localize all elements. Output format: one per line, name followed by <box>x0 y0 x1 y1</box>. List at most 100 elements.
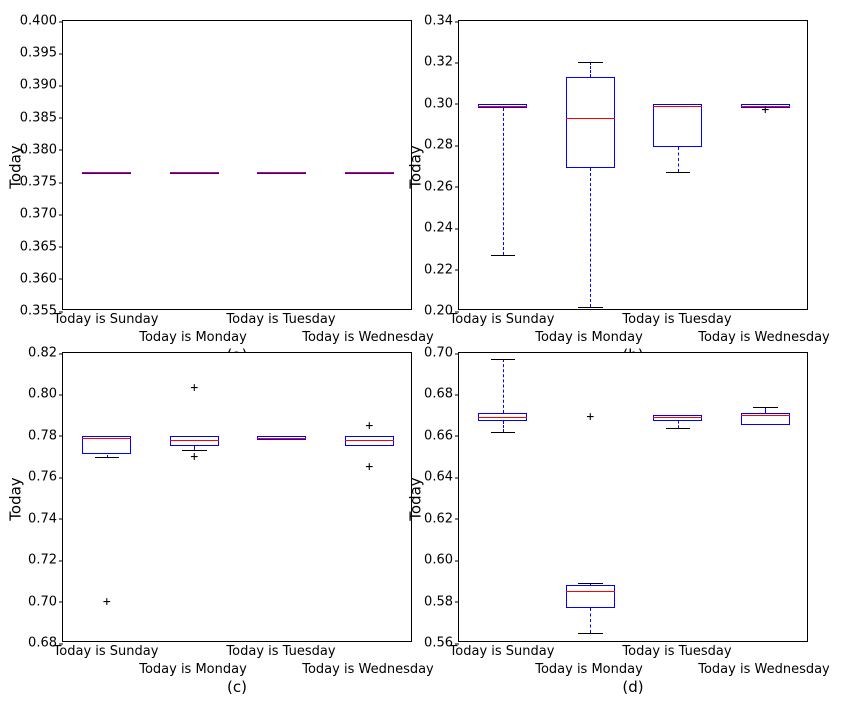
ylabel-c: Today <box>7 477 25 520</box>
ytick: 0.380 <box>20 142 57 157</box>
plot-area-b: 0.200.220.240.260.280.300.320.34+ <box>458 20 808 310</box>
cap-lower <box>491 255 516 256</box>
ytick: 0.72 <box>28 553 57 568</box>
ylabel-a: Today <box>7 145 25 188</box>
ytick: 0.32 <box>424 55 453 70</box>
ytick: 0.365 <box>20 239 57 254</box>
flier: + <box>190 382 198 395</box>
whisker-upper <box>503 359 504 413</box>
ytick: 0.66 <box>424 428 453 443</box>
whisker-lower <box>590 168 591 307</box>
panel-label-d: (d) <box>622 678 643 696</box>
ytick: 0.78 <box>28 428 57 443</box>
ytick: 0.60 <box>424 553 453 568</box>
plot-area-c: 0.680.700.720.740.760.780.800.82+++++ <box>62 352 412 642</box>
box <box>345 436 394 446</box>
xtick-d-0: Today is Sunday <box>450 644 555 659</box>
panel-c: 0.680.700.720.740.760.780.800.82+++++ To… <box>0 332 423 707</box>
cap-upper <box>578 62 603 63</box>
ytick: 0.390 <box>20 78 57 93</box>
ytick: 0.64 <box>424 470 453 485</box>
xtick-a-0: Today is Sunday <box>54 312 159 327</box>
median-line <box>653 417 702 418</box>
panel-label-c: (c) <box>227 678 247 696</box>
whisker-lower <box>503 108 504 255</box>
whisker-upper <box>590 62 591 77</box>
median-line <box>257 172 306 173</box>
xtick-b-0: Today is Sunday <box>450 312 555 327</box>
median-line <box>345 440 394 441</box>
xtick-c-1: Today is Monday <box>139 662 247 677</box>
xtick-d-2: Today is Tuesday <box>622 644 731 659</box>
ytick: 0.22 <box>424 262 453 277</box>
median-line <box>566 591 615 592</box>
ytick: 0.82 <box>28 346 57 361</box>
ytick: 0.70 <box>424 346 453 361</box>
xtick-d-3: Today is Wednesday <box>698 662 830 677</box>
ytick: 0.76 <box>28 470 57 485</box>
cap-lower <box>95 457 120 458</box>
cap-upper <box>578 583 603 584</box>
box <box>653 104 702 148</box>
median-line <box>478 417 527 418</box>
ytick: 0.355 <box>20 304 57 319</box>
cap-lower <box>578 307 603 308</box>
xtick-b-2: Today is Tuesday <box>622 312 731 327</box>
ytick: 0.360 <box>20 271 57 286</box>
ytick: 0.385 <box>20 110 57 125</box>
ytick: 0.370 <box>20 207 57 222</box>
panel-d: 0.560.580.600.620.640.660.680.70+ Today … <box>396 332 846 707</box>
box <box>170 436 219 446</box>
cap-lower <box>491 432 516 433</box>
xtick-c-2: Today is Tuesday <box>226 644 335 659</box>
xtick-a-2: Today is Tuesday <box>226 312 335 327</box>
plot-area-a: 0.3550.3600.3650.3700.3750.3800.3850.390… <box>62 20 412 310</box>
xtick-c-0: Today is Sunday <box>54 644 159 659</box>
whisker-lower <box>678 147 679 172</box>
plot-area-d: 0.560.580.600.620.640.660.680.70+ <box>458 352 808 642</box>
whisker-lower <box>503 421 504 431</box>
ytick: 0.400 <box>20 14 57 29</box>
ylabel-d: Today <box>407 477 425 520</box>
ytick: 0.58 <box>424 594 453 609</box>
ytick: 0.30 <box>424 96 453 111</box>
ytick: 0.62 <box>424 511 453 526</box>
flier: + <box>365 419 373 432</box>
median-line <box>82 438 131 439</box>
ytick: 0.70 <box>28 594 57 609</box>
cap-lower <box>578 633 603 634</box>
median-line <box>170 172 219 173</box>
median-line <box>345 172 394 173</box>
median-line <box>257 438 306 439</box>
figure: 0.355 0.360 0.365 0.370 0.375 0.380 0.385 0.390… <box>0 0 846 707</box>
median-line <box>82 172 131 173</box>
cap-upper <box>491 359 516 360</box>
ylabel-b: Today <box>407 145 425 188</box>
median-line <box>170 440 219 441</box>
ytick: 0.74 <box>28 511 57 526</box>
flier: + <box>365 460 373 473</box>
box <box>566 585 615 608</box>
ytick: 0.28 <box>424 138 453 153</box>
cap-lower <box>666 172 691 173</box>
ytick: 0.26 <box>424 179 453 194</box>
ytick: 0.68 <box>424 387 453 402</box>
panel-a: 0.355 0.360 0.365 0.370 0.375 0.380 0.385 0.390… <box>0 0 423 353</box>
ytick: 0.395 <box>20 46 57 61</box>
flier: + <box>190 450 198 463</box>
ytick: 0.24 <box>424 221 453 236</box>
median-line <box>566 118 615 119</box>
cap-lower <box>666 428 691 429</box>
median-line <box>478 106 527 107</box>
ytick: 0.375 <box>20 175 57 190</box>
box <box>566 77 615 168</box>
whisker-lower <box>590 608 591 633</box>
flier: + <box>761 104 769 117</box>
flier: + <box>586 411 594 424</box>
cap-upper <box>753 407 778 408</box>
ytick: 0.34 <box>424 14 453 29</box>
panel-b: 0.200.220.240.260.280.300.320.34+ Today … <box>396 0 846 353</box>
xtick-d-1: Today is Monday <box>535 662 643 677</box>
flier: + <box>103 595 111 608</box>
ytick: 0.80 <box>28 387 57 402</box>
